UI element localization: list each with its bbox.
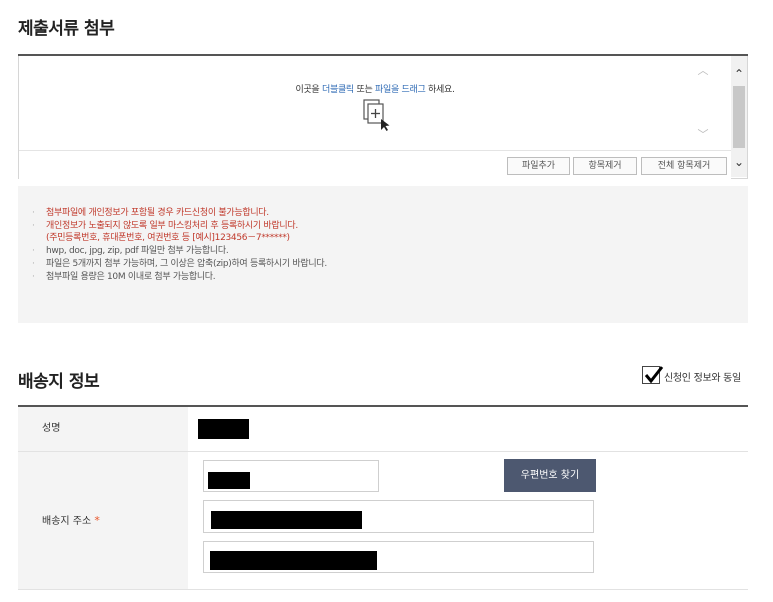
notice-item: · hwp, doc, jpg, zip, pdf 파일만 첨부 가능합니다. bbox=[32, 246, 229, 257]
address-detail-input[interactable] bbox=[203, 541, 594, 573]
zipcode-input[interactable] bbox=[203, 460, 379, 492]
file-add-icon bbox=[363, 99, 390, 131]
row-divider bbox=[18, 589, 748, 590]
remove-all-button[interactable]: 전체 항목제거 bbox=[641, 157, 727, 175]
list-scrollbar[interactable]: ︿ ﹀ bbox=[695, 62, 711, 142]
address-label: 배송지 주소 * bbox=[18, 452, 188, 589]
scroll-up-icon[interactable]: ︿ bbox=[695, 64, 711, 78]
notice-item: · 파일은 5개까지 첨부 가능하며, 그 이상은 압축(zip)하여 등록하시기… bbox=[32, 258, 327, 269]
file-upload-box: 이곳을 더블클릭 또는 파일을 드래그 하세요. ︿ ﹀ ⌃ ⌄ 파일추가 항목… bbox=[18, 56, 748, 179]
notice-item: · 개인정보가 노출되지 않도록 일부 마스킹처리 후 등록하시기 바랍니다. bbox=[32, 220, 298, 231]
notice-item: · 첨부파일에 개인정보가 포함될 경우 카드신청이 불가능합니다. bbox=[32, 208, 269, 218]
attach-section-title: 제출서류 첨부 bbox=[18, 19, 115, 39]
scrollbar-thumb[interactable] bbox=[733, 86, 745, 148]
remove-item-button[interactable]: 항목제거 bbox=[573, 157, 637, 175]
same-as-applicant-checkbox[interactable] bbox=[642, 366, 664, 384]
upload-button-bar: 파일추가 항목제거 전체 항목제거 bbox=[19, 150, 731, 179]
notice-item: · 첨부파일 용량은 10M 이내로 첨부 가능합니다. bbox=[32, 271, 216, 282]
checkmark-icon bbox=[644, 366, 664, 384]
address-input[interactable] bbox=[203, 500, 594, 533]
file-drop-zone[interactable]: 이곳을 더블클릭 또는 파일을 드래그 하세요. ︿ ﹀ bbox=[19, 56, 731, 150]
scroll-up-icon[interactable]: ⌃ bbox=[731, 66, 747, 82]
zipcode-value-redacted bbox=[208, 472, 250, 489]
required-mark: * bbox=[94, 514, 100, 527]
scroll-down-icon[interactable]: ﹀ bbox=[695, 128, 711, 142]
attach-notice-box: · 첨부파일에 개인정보가 포함될 경우 카드신청이 불가능합니다. · 개인정보가… bbox=[18, 186, 748, 323]
shipping-section-title: 배송지 정보 bbox=[18, 372, 100, 392]
name-value-redacted bbox=[198, 419, 249, 439]
notice-item: (주민등록번호, 휴대폰번호, 여권번호 등 [예시]123456－7*****… bbox=[46, 233, 290, 244]
add-file-button[interactable]: 파일추가 bbox=[507, 157, 570, 175]
drop-instruction: 이곳을 더블클릭 또는 파일을 드래그 하세요. bbox=[295, 85, 455, 95]
page-scrollbar[interactable]: ⌃ ⌄ bbox=[731, 56, 747, 177]
scroll-down-icon[interactable]: ⌄ bbox=[731, 154, 747, 170]
address-value-redacted bbox=[211, 511, 362, 529]
find-zipcode-button[interactable]: 우편번호 찾기 bbox=[504, 459, 596, 492]
name-label: 성명 bbox=[18, 407, 188, 451]
address-detail-value-redacted bbox=[210, 551, 377, 570]
same-as-applicant-label: 신청인 정보와 동일 bbox=[664, 373, 741, 384]
